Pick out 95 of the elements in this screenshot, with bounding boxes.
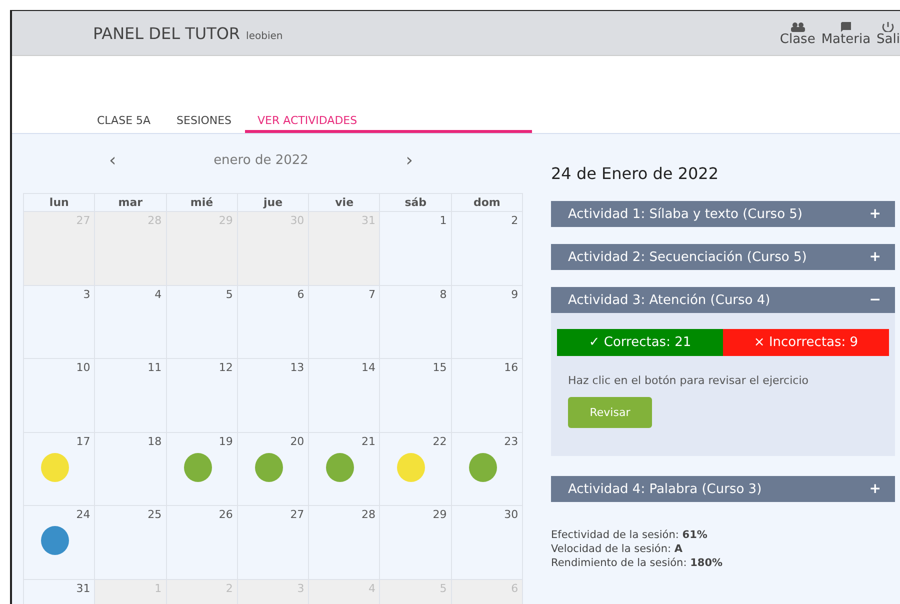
- day-cell[interactable]: 8: [380, 286, 452, 359]
- session-stat: Rendimiento de la sesión: 180%: [551, 556, 724, 570]
- nav-link[interactable]: Materia: [821, 11, 871, 55]
- tab[interactable]: SESIONES: [164, 114, 245, 133]
- next-month-button[interactable]: ›: [406, 150, 413, 170]
- event-dot[interactable]: [41, 526, 69, 555]
- instruction-text: Haz clic en el botón para revisar el ejercicio: [568, 374, 810, 387]
- activity-header[interactable]: Actividad 1: Sílaba y texto (Curso 5) +: [551, 201, 895, 227]
- day-number: 4: [154, 288, 162, 300]
- day-number: 27: [290, 508, 304, 521]
- activity-title: Actividad 2: Secuenciación (Curso 5): [568, 250, 807, 264]
- expand-icon[interactable]: +: [869, 249, 881, 265]
- day-cell[interactable]: 2: [452, 212, 524, 286]
- nav-link[interactable]: Sali: [876, 11, 900, 55]
- event-dot[interactable]: [397, 452, 426, 482]
- activity-title: Actividad 4: Palabra (Curso 3): [568, 482, 762, 496]
- day-number: 22: [432, 434, 447, 448]
- day-number: 7: [368, 288, 376, 300]
- day-number: 15: [432, 361, 447, 374]
- day-number: 14: [361, 361, 376, 374]
- day-number: 2: [511, 214, 518, 227]
- day-cell[interactable]: 23: [452, 432, 524, 506]
- day-cell[interactable]: 24: [24, 506, 96, 580]
- day-number: 20: [290, 434, 304, 448]
- day-number: 10: [76, 361, 90, 374]
- event-dot[interactable]: [254, 452, 283, 482]
- activity-header[interactable]: Actividad 2: Secuenciación (Curso 5) +: [551, 244, 895, 270]
- day-number: 26: [218, 508, 233, 521]
- weekday-header: sáb: [380, 194, 452, 212]
- day-number: 19: [218, 434, 233, 448]
- day-cell[interactable]: 13: [238, 359, 310, 432]
- day-number: 28: [361, 508, 376, 521]
- day-number: 8: [440, 288, 447, 300]
- day-cell[interactable]: 4: [95, 286, 167, 359]
- day-number: 11: [148, 361, 162, 374]
- user-name: leobien: [246, 30, 283, 42]
- day-number: 21: [361, 434, 376, 448]
- month-title: enero de 2022: [214, 152, 308, 168]
- day-number: 13: [290, 361, 304, 374]
- day-cell[interactable]: 6: [238, 286, 310, 359]
- day-number: 18: [148, 434, 162, 448]
- nav-link[interactable]: Clase: [780, 11, 816, 55]
- day-cell[interactable]: 15: [380, 359, 452, 432]
- day-cell[interactable]: 7: [309, 286, 380, 359]
- app-title: PANEL DEL TUTOR: [93, 24, 240, 42]
- weekday-header: dom: [452, 194, 524, 212]
- activity-title: Actividad 3: Atención (Curso 4): [568, 292, 770, 308]
- day-cell[interactable]: 17: [24, 432, 96, 506]
- day-cell[interactable]: 16: [452, 359, 524, 432]
- day-number: 16: [504, 361, 518, 374]
- tab[interactable]: VER ACTIVIDADES: [244, 114, 532, 133]
- day-cell[interactable]: 12: [166, 359, 238, 432]
- event-dot[interactable]: [326, 452, 354, 482]
- day-number: 31: [76, 582, 90, 594]
- day-number: 23: [504, 434, 518, 448]
- day-cell[interactable]: 3: [24, 286, 96, 359]
- event-dot[interactable]: [41, 452, 69, 482]
- expand-icon[interactable]: +: [869, 481, 881, 497]
- day-cell[interactable]: 9: [452, 286, 524, 359]
- day-cell[interactable]: 14: [309, 359, 380, 432]
- incorrect-count: × Incorrectas: 9: [723, 329, 889, 356]
- tab[interactable]: CLASE 5A: [84, 114, 164, 133]
- day-number: 1: [440, 214, 447, 227]
- day-number: 29: [432, 508, 447, 521]
- session-stat: Efectividad de la sesión: 61%: [551, 528, 708, 542]
- selected-date-heading: 24 de Enero de 2022: [551, 164, 720, 184]
- day-cell[interactable]: 20: [238, 432, 310, 506]
- day-number: 5: [226, 288, 233, 300]
- day-cell[interactable]: 1: [380, 212, 452, 286]
- activity-header[interactable]: Actividad 4: Palabra (Curso 3) +: [551, 476, 895, 502]
- day-number: 30: [504, 508, 518, 521]
- day-number: 25: [148, 508, 162, 521]
- day-cell[interactable]: 21: [309, 432, 380, 506]
- expand-icon[interactable]: +: [869, 206, 881, 222]
- day-number: 3: [83, 288, 90, 300]
- day-number: 9: [511, 288, 518, 300]
- correct-count: ✓ Correctas: 21: [557, 329, 723, 356]
- day-cell[interactable]: 22: [380, 432, 452, 506]
- day-number: 12: [218, 361, 233, 374]
- day-cell[interactable]: 18: [95, 432, 167, 506]
- event-dot[interactable]: [468, 452, 497, 482]
- event-dot[interactable]: [184, 452, 212, 482]
- day-cell[interactable]: 5: [166, 286, 238, 359]
- day-cell[interactable]: 19: [166, 432, 238, 506]
- collapse-icon[interactable]: −: [869, 292, 881, 308]
- activity-header[interactable]: Actividad 3: Atención (Curso 4) −: [551, 287, 895, 313]
- day-number: 6: [297, 288, 304, 300]
- day-number: 24: [76, 508, 90, 521]
- day-number: 17: [76, 434, 90, 448]
- day-cell[interactable]: 10: [24, 359, 96, 432]
- group-icon: [788, 22, 807, 32]
- day-cell[interactable]: 11: [95, 359, 167, 432]
- previous-month-button[interactable]: ‹: [109, 150, 116, 170]
- session-stat: Velocidad de la sesión: A: [551, 542, 684, 556]
- activity-title: Actividad 1: Sílaba y texto (Curso 5): [568, 206, 803, 222]
